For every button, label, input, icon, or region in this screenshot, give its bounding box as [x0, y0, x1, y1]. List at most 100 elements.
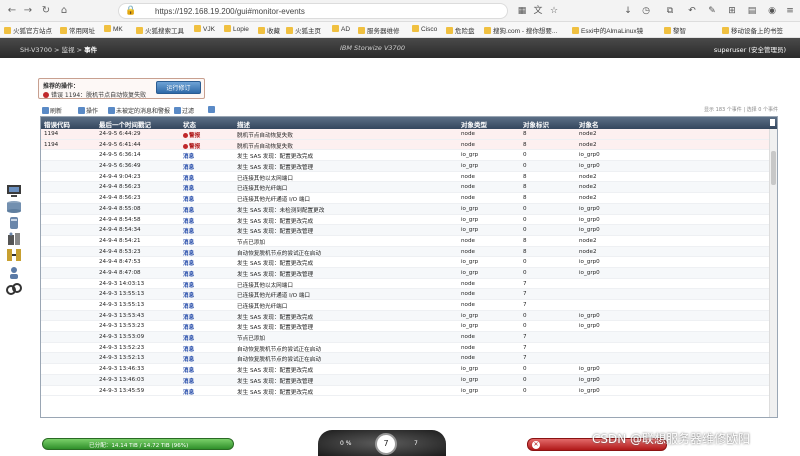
table-row[interactable]: 24-9-4 8:56:23 消息 已连接其他光纤端口 node 8 node2: [41, 182, 769, 194]
copy-services-icon[interactable]: [6, 248, 22, 262]
cell-timestamp: 24-9-3 13:46:33: [99, 366, 145, 373]
forward-icon[interactable]: →: [22, 5, 34, 17]
column-config-icon[interactable]: [770, 119, 775, 126]
table-row[interactable]: 24-9-4 8:53:23 消息 自动恢复脱机节点的尝试正在启动 node 8 node…: [41, 246, 769, 258]
qr-icon[interactable]: ▦: [516, 5, 528, 17]
bookmark-item[interactable]: Esxi中的AlmaLinux镜: [572, 25, 643, 35]
monitoring-icon[interactable]: [6, 184, 22, 198]
bookmark-item[interactable]: Cisco: [412, 25, 437, 33]
col-description[interactable]: 描述: [237, 119, 250, 129]
cell-description: 自动恢复脱机节点的尝试正在启动: [237, 357, 321, 364]
history-icon[interactable]: ◷: [640, 5, 652, 17]
table-row[interactable]: 24-9-3 13:46:03 消息 发生 SAS 发现：配置更改管理 io_grp 0…: [41, 374, 769, 386]
table-row[interactable]: 24-9-3 13:52:23 消息 自动恢复脱机节点的尝试正在启动 node 7: [41, 343, 769, 354]
address-url[interactable]: https://192.168.19.200/gui#monitor-event…: [155, 7, 305, 16]
bookmark-item[interactable]: 危险盘: [446, 25, 475, 35]
user-menu[interactable]: superuser (安全管理员): [714, 44, 786, 54]
status-text: 警报: [189, 143, 201, 150]
bookmark-item[interactable]: 移动设备上的书签: [722, 25, 783, 35]
search-filter-button[interactable]: 过滤: [174, 106, 194, 115]
table-row[interactable]: 24-9-4 8:54:34 消息 发生 SAS 发现：配置更改管理 io_grp 0 i…: [41, 225, 769, 236]
capacity-bar[interactable]: 已分配：14.14 TiB / 14.72 TiB (96%): [42, 438, 234, 450]
table-row[interactable]: 24-9-4 8:47:08 消息 发生 SAS 发现：配置更改管理 io_grp 0 i…: [41, 267, 769, 279]
bookmark-item[interactable]: 黎智: [664, 25, 686, 35]
star-icon[interactable]: ☆: [548, 5, 560, 17]
table-row[interactable]: 24-9-3 13:53:23 消息 发生 SAS 发现：配置更改管理 io_grp 0…: [41, 321, 769, 333]
col-last-timestamp[interactable]: 最后一个时间戳记: [99, 119, 151, 129]
table-row[interactable]: 24-9-4 8:56:23 消息 已连接其他光纤通道 I/O 端口 node 8 nod…: [41, 193, 769, 204]
recommended-title: 推荐的操作：: [43, 83, 80, 90]
table-row[interactable]: 24-9-4 8:55:08 消息 发生 SAS 发现：未检测到配置更改 io_grp…: [41, 203, 769, 215]
settings-icon[interactable]: [6, 282, 22, 296]
reload-icon[interactable]: ↻: [40, 5, 52, 17]
col-object-name[interactable]: 对象名: [579, 119, 599, 129]
events-table: 错误代码 最后一个时间戳记 状态 描述 对象类型 对象标识 对象名 1194 24…: [40, 116, 778, 418]
sidebar-icon[interactable]: ▤: [746, 5, 758, 17]
bookmark-item[interactable]: 服务器维修: [358, 25, 400, 35]
bookmark-item[interactable]: MK: [104, 25, 123, 33]
cell-timestamp: 24-9-4 8:56:23: [99, 195, 141, 202]
search-icon: [174, 107, 181, 114]
run-fix-button[interactable]: 运行修订: [156, 81, 201, 94]
actions-button[interactable]: 操作: [78, 106, 98, 115]
filter-dropdown[interactable]: 未被定的消息和警报: [108, 106, 170, 115]
table-row[interactable]: 24-9-3 13:45:59 消息 发生 SAS 发现：配置更改完成 io_grp 0…: [41, 386, 769, 397]
table-row[interactable]: 24-9-3 13:53:09 消息 节点已添加 node 7: [41, 332, 769, 343]
bookmark-item[interactable]: 收藏: [258, 25, 280, 35]
col-status[interactable]: 状态: [183, 119, 196, 129]
export-button[interactable]: [208, 106, 216, 114]
bookmark-item[interactable]: 火狐主页: [286, 25, 321, 35]
hosts-icon[interactable]: [6, 232, 22, 246]
pools-icon[interactable]: [6, 200, 22, 214]
table-row[interactable]: 24-9-5 6:36:49 消息 发生 SAS 发现：配置更改管理 io_grp 0 i…: [41, 161, 769, 172]
breadcrumb-system[interactable]: SH-V3700: [20, 46, 52, 54]
bookmark-item[interactable]: 搜狗.com - 搜你想要...: [484, 25, 557, 35]
cell-description: 发生 SAS 发现：配置更改管理: [237, 325, 314, 332]
download-icon[interactable]: ↓: [622, 5, 634, 17]
table-row[interactable]: 24-9-4 8:54:58 消息 发生 SAS 发现：配置更改完成 io_grp 0 i…: [41, 215, 769, 226]
extension-icon[interactable]: ✎: [706, 5, 718, 17]
bookmark-item[interactable]: VJK: [194, 25, 215, 33]
table-row[interactable]: 24-9-4 9:04:23 消息 已连接其他以太网端口 node 8 node2: [41, 172, 769, 183]
table-row[interactable]: 1194 24-9-5 6:41:44 警报 脱机节点自动恢复失败 node 8 node2: [41, 139, 769, 151]
table-row[interactable]: 24-9-5 6:36:14 消息 发生 SAS 发现：配置更改完成 io_grp 0 i…: [41, 150, 769, 162]
table-row[interactable]: 24-9-3 13:55:13 消息 已连接其他光纤通道 I/O 端口 node 7: [41, 289, 769, 300]
bookmark-item[interactable]: Lopie: [224, 25, 249, 33]
refresh-button[interactable]: 刷新: [42, 106, 62, 115]
table-row[interactable]: 1194 24-9-5 6:44:29 警报 脱机节点自动恢复失败 node 8 node2: [41, 129, 769, 140]
menu-icon[interactable]: ≡: [784, 5, 796, 17]
bookmark-item[interactable]: 火狐官方站点: [4, 25, 52, 35]
account-icon[interactable]: ◉: [766, 5, 778, 17]
undo-icon[interactable]: ↶: [686, 5, 698, 17]
address-bar[interactable]: 🔒 https://192.168.19.200/gui#monitor-eve…: [118, 3, 508, 19]
table-row[interactable]: 24-9-3 13:52:13 消息 自动恢复脱机节点的尝试正在启动 node 7: [41, 353, 769, 365]
access-icon[interactable]: [6, 266, 22, 280]
tab-manager-icon[interactable]: ⧉: [664, 5, 676, 17]
table-row[interactable]: 24-9-4 8:47:53 消息 发生 SAS 发现：配置更改完成 io_grp 0 i…: [41, 257, 769, 268]
back-icon[interactable]: ←: [6, 5, 18, 17]
bookmark-item[interactable]: AD: [332, 25, 350, 33]
cell-object-name: io_grp0: [579, 259, 600, 266]
breadcrumb-section[interactable]: 监视: [62, 46, 75, 54]
home-icon[interactable]: ⌂: [58, 5, 70, 17]
table-row[interactable]: 24-9-3 13:46:33 消息 发生 SAS 发现：配置更改完成 io_grp 0…: [41, 364, 769, 375]
table-row[interactable]: 24-9-3 14:03:13 消息 已连接其他以太网端口 node 7: [41, 279, 769, 290]
table-row[interactable]: 24-9-4 8:54:21 消息 节点已添加 node 8 node2: [41, 236, 769, 247]
vertical-scrollbar[interactable]: [769, 129, 777, 417]
table-row[interactable]: 24-9-3 13:55:13 消息 已连接其他光纤端口 node 7: [41, 300, 769, 311]
volumes-icon[interactable]: [6, 216, 22, 230]
performance-dial[interactable]: 0 % 7 7: [318, 430, 446, 456]
translate-icon[interactable]: 文: [532, 5, 544, 17]
col-error-code[interactable]: 错误代码: [44, 119, 70, 129]
col-object-type[interactable]: 对象类型: [461, 119, 487, 129]
cell-status: 消息: [183, 368, 195, 375]
scroll-thumb[interactable]: [771, 151, 776, 185]
puzzle-icon[interactable]: ⊞: [726, 5, 738, 17]
bookmark-item[interactable]: 火狐搜索工具: [136, 25, 184, 35]
cell-description: 自动恢复脱机节点的尝试正在启动: [237, 346, 321, 353]
col-object-id[interactable]: 对象标识: [523, 119, 549, 129]
table-row[interactable]: 24-9-3 13:53:43 消息 发生 SAS 发现：配置更改完成 io_grp 0…: [41, 310, 769, 322]
alert-icon: ✕: [532, 441, 540, 449]
bookmark-item[interactable]: 常用网址: [60, 25, 95, 35]
cell-object-type: io_grp: [461, 323, 479, 330]
